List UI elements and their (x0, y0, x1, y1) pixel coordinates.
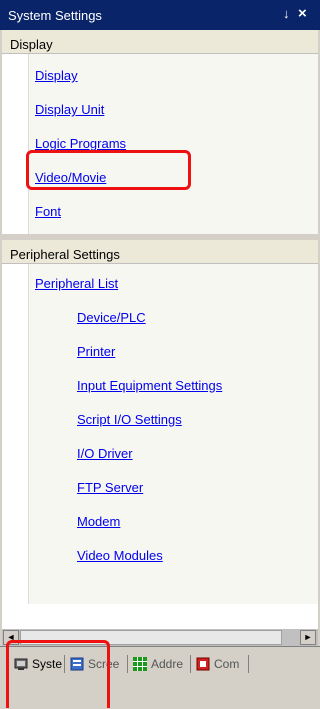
link-ftp-server[interactable]: FTP Server (77, 480, 143, 495)
tab-label: Com (214, 657, 240, 671)
link-modem[interactable]: Modem (77, 514, 120, 529)
link-logic-programs[interactable]: Logic Programs (35, 136, 126, 151)
common-settings-icon (196, 657, 210, 671)
system-settings-icon (14, 657, 28, 671)
tab-divider (64, 655, 65, 673)
bottom-tab-bar: Syste Scree Addre Com (0, 646, 320, 709)
scrollbar-thumb[interactable] (20, 630, 282, 645)
link-device-plc[interactable]: Device/PLC (77, 310, 146, 325)
link-font[interactable]: Font (35, 204, 61, 219)
window-title: System Settings (8, 8, 102, 23)
tab-label: Syste (32, 657, 63, 671)
tab-divider (190, 655, 191, 673)
link-peripheral-list[interactable]: Peripheral List (35, 276, 118, 291)
section-header-display[interactable]: Display (2, 30, 318, 54)
scroll-left-icon[interactable]: ◄ (3, 630, 19, 645)
window-titlebar: System Settings ↓ × (0, 0, 320, 30)
tab-common[interactable]: Com (196, 653, 239, 675)
tab-screen-list[interactable]: Scree (70, 653, 119, 675)
link-display[interactable]: Display (35, 68, 78, 83)
link-script-io-settings[interactable]: Script I/O Settings (77, 412, 182, 427)
scroll-right-icon[interactable]: ► (300, 630, 316, 645)
tab-address[interactable]: Addre (133, 653, 183, 675)
tab-divider (127, 655, 128, 673)
tab-label: Scree (88, 657, 120, 671)
close-icon[interactable]: × (298, 5, 307, 22)
section-header-peripheral[interactable]: Peripheral Settings (2, 240, 318, 264)
pin-icon[interactable]: ↓ (283, 6, 290, 21)
link-io-driver[interactable]: I/O Driver (77, 446, 133, 461)
tab-system-settings[interactable]: Syste (14, 653, 62, 675)
tab-label: Addre (151, 657, 184, 671)
link-video-movie[interactable]: Video/Movie (35, 170, 106, 185)
screen-list-icon (70, 657, 84, 671)
link-video-modules[interactable]: Video Modules (77, 548, 163, 563)
link-input-equipment-settings[interactable]: Input Equipment Settings (77, 378, 222, 393)
settings-panel: Display Display Display Unit Logic Progr… (2, 30, 318, 628)
link-display-unit[interactable]: Display Unit (35, 102, 104, 117)
display-section-body: Display Display Unit Logic Programs Vide… (28, 54, 318, 234)
address-grid-icon (133, 657, 147, 671)
horizontal-scrollbar[interactable]: ◄ ► (2, 628, 318, 646)
link-printer[interactable]: Printer (77, 344, 115, 359)
peripheral-section-body: Peripheral List Device/PLC Printer Input… (28, 264, 318, 604)
tab-divider (248, 655, 249, 673)
